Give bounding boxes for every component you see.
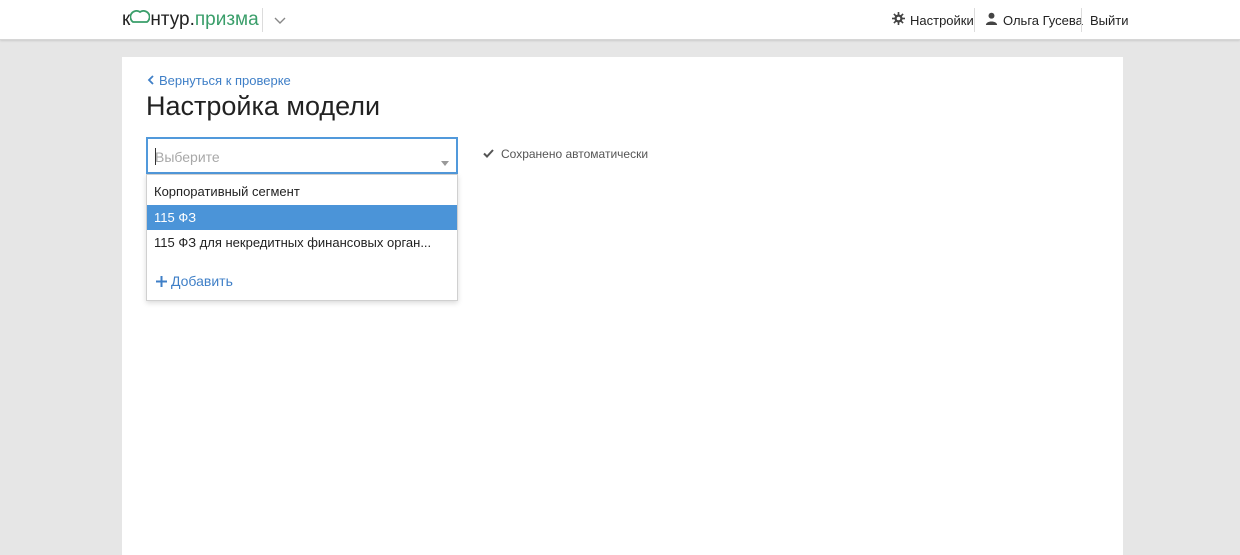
checkmark-icon bbox=[483, 147, 494, 161]
model-select[interactable] bbox=[146, 137, 458, 174]
logout-link[interactable]: Выйти bbox=[1090, 0, 1129, 40]
user-icon bbox=[985, 12, 998, 28]
back-link-label: Вернуться к проверке bbox=[159, 73, 291, 88]
dropdown-option[interactable]: Корпоративный сегмент bbox=[147, 179, 457, 204]
logo-brand-prefix: к bbox=[122, 9, 131, 31]
add-label: Добавить bbox=[171, 273, 233, 289]
text-cursor bbox=[155, 148, 156, 165]
user-menu[interactable]: Ольга Гусева bbox=[985, 0, 1083, 40]
page-title: Настройка модели bbox=[146, 91, 381, 121]
user-name: Ольга Гусева bbox=[1003, 12, 1083, 28]
logo-divider bbox=[262, 8, 263, 32]
logout-label: Выйти bbox=[1090, 12, 1129, 28]
save-status-label: Сохранено автоматически bbox=[501, 147, 649, 161]
model-dropdown: Корпоративный сегмент 115 ФЗ 115 ФЗ для … bbox=[146, 174, 458, 301]
logo-cloud-icon bbox=[129, 7, 151, 31]
settings-label: Настройки bbox=[910, 12, 974, 28]
save-status: Сохранено автоматически bbox=[483, 147, 648, 161]
plus-icon bbox=[156, 273, 167, 290]
chevron-left-icon bbox=[147, 73, 154, 88]
caret-down-icon[interactable] bbox=[441, 153, 449, 171]
nav-divider bbox=[974, 8, 975, 32]
logo-brand-suffix: нтур bbox=[150, 9, 190, 31]
add-model-button[interactable]: Добавить bbox=[156, 271, 233, 291]
logo-product-name: призма bbox=[194, 9, 259, 31]
chevron-down-icon[interactable] bbox=[272, 12, 288, 28]
settings-link[interactable]: Настройки bbox=[892, 0, 974, 40]
nav-divider bbox=[1081, 8, 1082, 32]
gear-icon bbox=[892, 12, 905, 28]
dropdown-option-highlighted[interactable]: 115 ФЗ bbox=[147, 205, 457, 230]
dropdown-option[interactable]: 115 ФЗ для некредитных финансовых орган.… bbox=[147, 230, 457, 255]
model-select-input[interactable] bbox=[155, 147, 425, 167]
main-card: Вернуться к проверке Настройка модели Со… bbox=[122, 57, 1123, 555]
top-bar: к нтур.призма Настройки Ольга Гусева Выйт… bbox=[0, 0, 1240, 40]
back-to-check-link[interactable]: Вернуться к проверке bbox=[147, 73, 291, 88]
kontur-prizma-logo[interactable]: к нтур.призма bbox=[122, 8, 259, 32]
